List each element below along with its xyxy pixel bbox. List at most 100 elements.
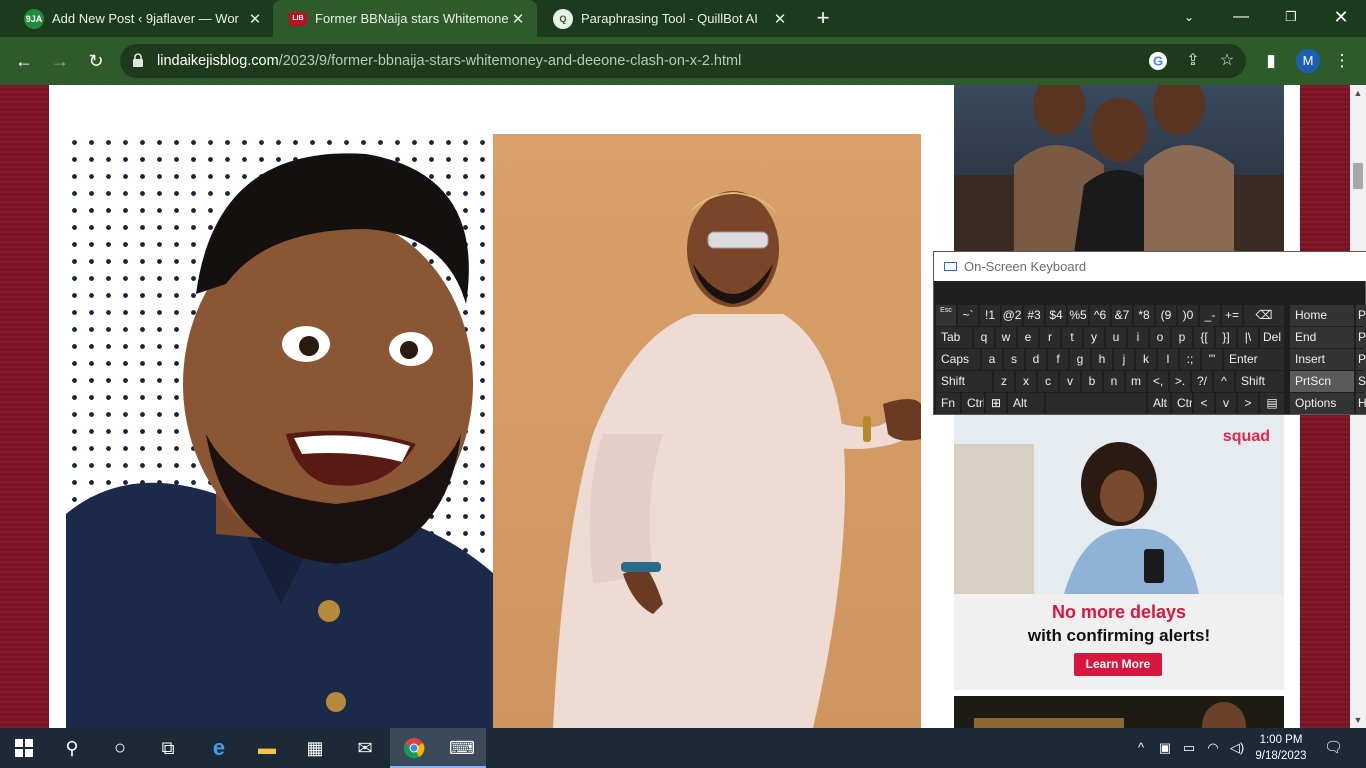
- key-8[interactable]: *8: [1134, 305, 1154, 326]
- key-fn[interactable]: Fn: [936, 393, 960, 414]
- key-h[interactable]: h: [1092, 349, 1112, 370]
- key-3[interactable]: #3: [1024, 305, 1044, 326]
- mail-icon[interactable]: ✉: [341, 728, 389, 768]
- menu-key-icon[interactable]: ▤: [1260, 393, 1284, 414]
- key-k[interactable]: k: [1136, 349, 1156, 370]
- on-screen-keyboard-taskbar-icon[interactable]: ⌨: [438, 728, 486, 768]
- key-prtscn[interactable]: PrtScn: [1290, 371, 1354, 392]
- key-o[interactable]: o: [1150, 327, 1170, 348]
- menu-kebab-icon[interactable]: ⋮: [1330, 49, 1354, 73]
- tab-9jaflaver[interactable]: 9JA Add New Post ‹ 9jaflaver — Wor ✕: [8, 0, 274, 37]
- key-f[interactable]: f: [1048, 349, 1068, 370]
- close-tab-icon[interactable]: ✕: [246, 10, 264, 28]
- key-0[interactable]: )0: [1178, 305, 1198, 326]
- key-y[interactable]: y: [1084, 327, 1104, 348]
- key-tab[interactable]: Tab: [936, 327, 972, 348]
- key-semicolon[interactable]: :;: [1180, 349, 1200, 370]
- key-ctrl-left[interactable]: Ctrl: [962, 393, 984, 414]
- key-z[interactable]: z: [994, 371, 1014, 392]
- key-scrlk[interactable]: S: [1356, 371, 1366, 392]
- key-slash[interactable]: ?/: [1192, 371, 1212, 392]
- key-del[interactable]: Del: [1260, 327, 1284, 348]
- key-equals[interactable]: +=: [1222, 305, 1242, 326]
- key-e[interactable]: e: [1018, 327, 1038, 348]
- ad-banner-movie[interactable]: [954, 85, 1284, 253]
- key-pgdn[interactable]: P: [1356, 327, 1366, 348]
- key-end[interactable]: End: [1290, 327, 1354, 348]
- tab-quillbot[interactable]: Q Paraphrasing Tool - QuillBot AI ✕: [537, 0, 799, 37]
- key-4[interactable]: $4: [1046, 305, 1066, 326]
- up-arrow-key-icon[interactable]: ^: [1214, 371, 1234, 392]
- osk-title-bar[interactable]: On-Screen Keyboard: [934, 252, 1366, 281]
- key-2[interactable]: @2: [1002, 305, 1022, 326]
- key-minus[interactable]: _-: [1200, 305, 1220, 326]
- key-comma[interactable]: <,: [1148, 371, 1168, 392]
- key-g[interactable]: g: [1070, 349, 1090, 370]
- show-hidden-icons-chevron-icon[interactable]: ^: [1132, 740, 1150, 756]
- scroll-down-arrow-icon[interactable]: ▼: [1350, 712, 1366, 728]
- key-c[interactable]: c: [1038, 371, 1058, 392]
- key-insert[interactable]: Insert: [1290, 349, 1354, 370]
- key-options[interactable]: Options: [1290, 393, 1354, 414]
- scrollbar-thumb[interactable]: [1353, 163, 1363, 189]
- google-icon[interactable]: G: [1148, 51, 1168, 71]
- key-caps[interactable]: Caps: [936, 349, 980, 370]
- side-panel-icon[interactable]: ▮: [1259, 49, 1283, 73]
- key-quote[interactable]: "': [1202, 349, 1222, 370]
- action-center-icon[interactable]: 🗨: [1324, 740, 1343, 756]
- key-7[interactable]: &7: [1112, 305, 1132, 326]
- battery-icon[interactable]: ▭: [1180, 740, 1198, 756]
- start-windows-icon[interactable]: [0, 728, 48, 768]
- tab-search-chevron-icon[interactable]: ⌄: [1164, 0, 1214, 37]
- key-d[interactable]: d: [1026, 349, 1046, 370]
- down-arrow-key-icon[interactable]: v: [1216, 393, 1236, 414]
- minimize-button[interactable]: —: [1216, 0, 1266, 37]
- key-pgup[interactable]: P: [1356, 305, 1366, 326]
- key-pause[interactable]: P: [1356, 349, 1366, 370]
- key-i[interactable]: i: [1128, 327, 1148, 348]
- key-1[interactable]: !1: [980, 305, 1000, 326]
- key-q[interactable]: q: [974, 327, 994, 348]
- taskbar-clock[interactable]: 1:00 PM 9/18/2023: [1250, 732, 1312, 764]
- key-x[interactable]: x: [1016, 371, 1036, 392]
- key-period[interactable]: >.: [1170, 371, 1190, 392]
- key-j[interactable]: j: [1114, 349, 1134, 370]
- wifi-icon[interactable]: ◠: [1204, 740, 1222, 756]
- key-r[interactable]: r: [1040, 327, 1060, 348]
- url-text[interactable]: lindaikejisblog.com/2023/9/former-bbnaij…: [157, 53, 741, 69]
- key-enter[interactable]: Enter: [1224, 349, 1284, 370]
- task-view-icon[interactable]: ⧉: [144, 728, 192, 768]
- key-a[interactable]: a: [982, 349, 1002, 370]
- key-open-bracket[interactable]: {[: [1194, 327, 1214, 348]
- search-icon[interactable]: ⚲: [48, 728, 96, 768]
- close-window-button[interactable]: ✕: [1316, 0, 1366, 37]
- windows-key-icon[interactable]: ⊞: [986, 393, 1006, 414]
- key-m[interactable]: m: [1126, 371, 1146, 392]
- key-esc[interactable]: Esc: [936, 305, 956, 326]
- key-s[interactable]: s: [1004, 349, 1024, 370]
- tab-lindaikeji[interactable]: LIB Former BBNaija stars Whitemone ✕: [273, 0, 537, 37]
- key-v[interactable]: v: [1060, 371, 1080, 392]
- key-w[interactable]: w: [996, 327, 1016, 348]
- forward-arrow-icon[interactable]: →: [46, 47, 74, 75]
- key-shift-left[interactable]: Shift: [936, 371, 992, 392]
- new-tab-button[interactable]: +: [810, 4, 836, 32]
- volume-icon[interactable]: ◁): [1228, 740, 1246, 756]
- key-9[interactable]: (9: [1156, 305, 1176, 326]
- notification-app-icon[interactable]: ▣: [1156, 740, 1174, 756]
- file-explorer-icon[interactable]: ▬: [243, 728, 291, 768]
- key-ctrl-right[interactable]: Ctrl: [1172, 393, 1192, 414]
- address-bar[interactable]: lindaikejisblog.com/2023/9/former-bbnaij…: [120, 44, 1246, 78]
- key-5[interactable]: %5: [1068, 305, 1088, 326]
- chrome-icon[interactable]: [390, 728, 438, 768]
- ad-banner-bottom[interactable]: [954, 696, 1284, 728]
- scroll-up-arrow-icon[interactable]: ▲: [1350, 85, 1366, 101]
- key-n[interactable]: n: [1104, 371, 1124, 392]
- profile-avatar[interactable]: M: [1296, 49, 1320, 73]
- key-backslash[interactable]: |\: [1238, 327, 1258, 348]
- ad-banner-squad[interactable]: squad No more delays with confirming ale…: [954, 414, 1284, 690]
- edge-icon[interactable]: e: [195, 728, 243, 768]
- key-help[interactable]: H: [1356, 393, 1366, 414]
- bookmark-star-icon[interactable]: ☆: [1217, 51, 1237, 71]
- microsoft-store-icon[interactable]: ▦: [291, 728, 339, 768]
